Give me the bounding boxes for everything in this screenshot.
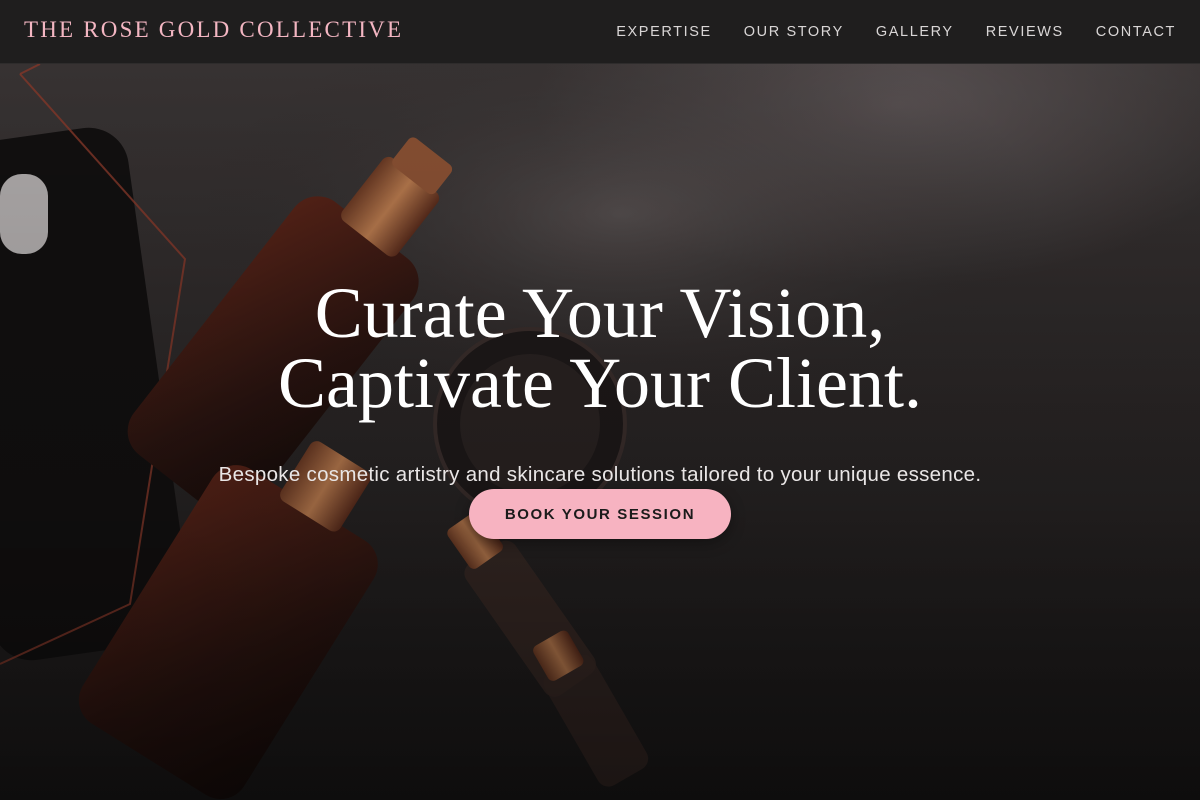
hero-overlay xyxy=(0,64,1200,800)
headline-line-2: Captivate Your Client. xyxy=(278,343,922,423)
hero-headline: Curate Your Vision, Captivate Your Clien… xyxy=(0,273,1200,423)
nav-link-gallery[interactable]: GALLERY xyxy=(876,24,954,40)
nav-link-expertise[interactable]: EXPERTISE xyxy=(616,24,712,40)
headline-line-1: Curate Your Vision, xyxy=(314,273,886,353)
hero-subheadline: Bespoke cosmetic artistry and skincare s… xyxy=(218,462,982,486)
brand-logo[interactable]: THE ROSE GOLD COLLECTIVE xyxy=(24,17,403,43)
site-header: THE ROSE GOLD COLLECTIVE EXPERTISE OUR S… xyxy=(0,0,1200,64)
nav-link-our-story[interactable]: OUR STORY xyxy=(744,24,844,40)
nav-link-reviews[interactable]: REVIEWS xyxy=(986,24,1064,40)
nav-link-contact[interactable]: CONTACT xyxy=(1096,24,1176,40)
main-nav: EXPERTISE OUR STORY GALLERY REVIEWS CONT… xyxy=(616,0,1176,64)
hero-section: Curate Your Vision, Captivate Your Clien… xyxy=(0,64,1200,800)
book-session-button[interactable]: BOOK YOUR SESSION xyxy=(469,489,731,539)
